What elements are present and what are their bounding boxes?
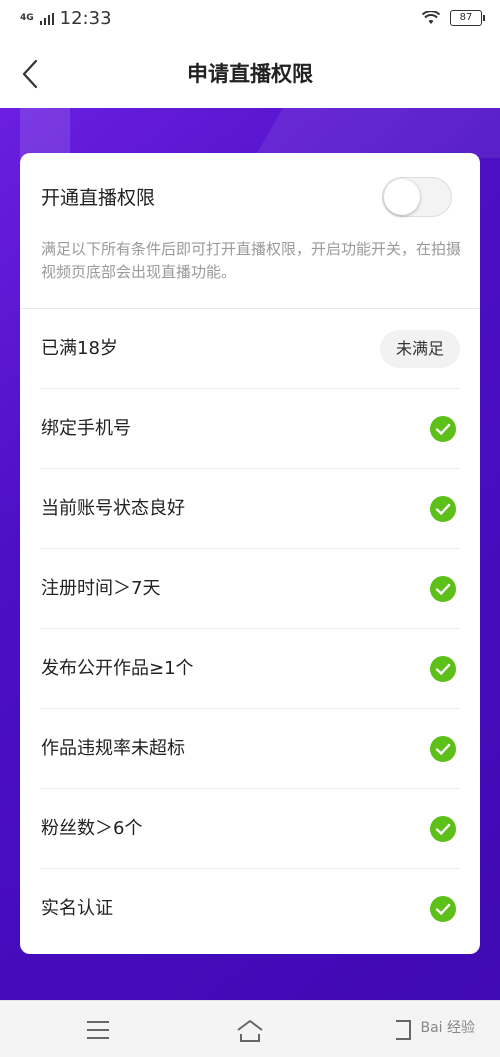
network-type: 4G: [20, 13, 34, 23]
menu-icon[interactable]: [83, 1015, 113, 1045]
toggle-label: 开通直播权限: [41, 187, 156, 209]
condition-row-account: 当前账号状态良好: [40, 469, 460, 549]
live-permission-switch[interactable]: [382, 177, 452, 217]
unmet-badge: 未满足: [379, 330, 460, 368]
switch-knob: [384, 179, 420, 215]
condition-row-phone: 绑定手机号: [40, 389, 460, 469]
check-icon: [430, 656, 456, 682]
decor-shape: [254, 108, 500, 158]
home-icon[interactable]: [235, 1015, 265, 1045]
watermark-text: Bai 经验: [420, 1020, 475, 1036]
condition-label: 发布公开作品≥1个: [41, 658, 194, 679]
condition-label: 当前账号状态良好: [41, 498, 185, 519]
condition-label: 绑定手机号: [41, 418, 131, 439]
status-left: 4G 12:33: [20, 8, 112, 29]
condition-label: 注册时间＞7天: [41, 578, 161, 599]
check-icon: [430, 816, 456, 842]
condition-label: 粉丝数＞6个: [41, 818, 143, 839]
status-bar: 4G 12:33 87: [0, 0, 500, 40]
app-header: 申请直播权限: [0, 40, 500, 108]
check-icon: [430, 496, 456, 522]
back-icon[interactable]: [388, 1015, 418, 1045]
page-title: 申请直播权限: [187, 62, 313, 86]
status-right: 87: [422, 10, 485, 26]
condition-row-violation: 作品违规率未超标: [40, 709, 460, 789]
check-icon: [430, 416, 456, 442]
check-icon: [430, 576, 456, 602]
condition-row-register: 注册时间＞7天: [40, 549, 460, 629]
status-time: 12:33: [59, 8, 112, 29]
conditions-list: 已满18岁 未满足 绑定手机号 当前账号状态良好 注册时间＞7天 发布公开作品≥…: [20, 309, 480, 949]
check-icon: [430, 736, 456, 762]
condition-label: 实名认证: [41, 898, 113, 919]
condition-row-fans: 粉丝数＞6个: [40, 789, 460, 869]
condition-label: 作品违规率未超标: [41, 738, 185, 759]
condition-row-age: 已满18岁 未满足: [40, 309, 460, 389]
signal-icon: [39, 12, 54, 25]
permission-card: 开通直播权限 满足以下所有条件后即可打开直播权限，开启功能开关，在拍摄视频页底部…: [20, 153, 480, 954]
check-icon: [430, 896, 456, 922]
description-text: 满足以下所有条件后即可打开直播权限，开启功能开关，在拍摄视频页底部会出现直播功能…: [41, 240, 462, 281]
condition-row-realname: 实名认证: [40, 869, 460, 949]
condition-label: 已满18岁: [41, 338, 118, 359]
toggle-row: 开通直播权限: [20, 153, 480, 238]
system-nav-bar: Bai 经验: [0, 1000, 500, 1057]
decor-shape: [20, 108, 70, 158]
condition-row-works: 发布公开作品≥1个: [40, 629, 460, 709]
battery-indicator: 87: [450, 10, 485, 26]
wifi-icon: [422, 11, 440, 24]
